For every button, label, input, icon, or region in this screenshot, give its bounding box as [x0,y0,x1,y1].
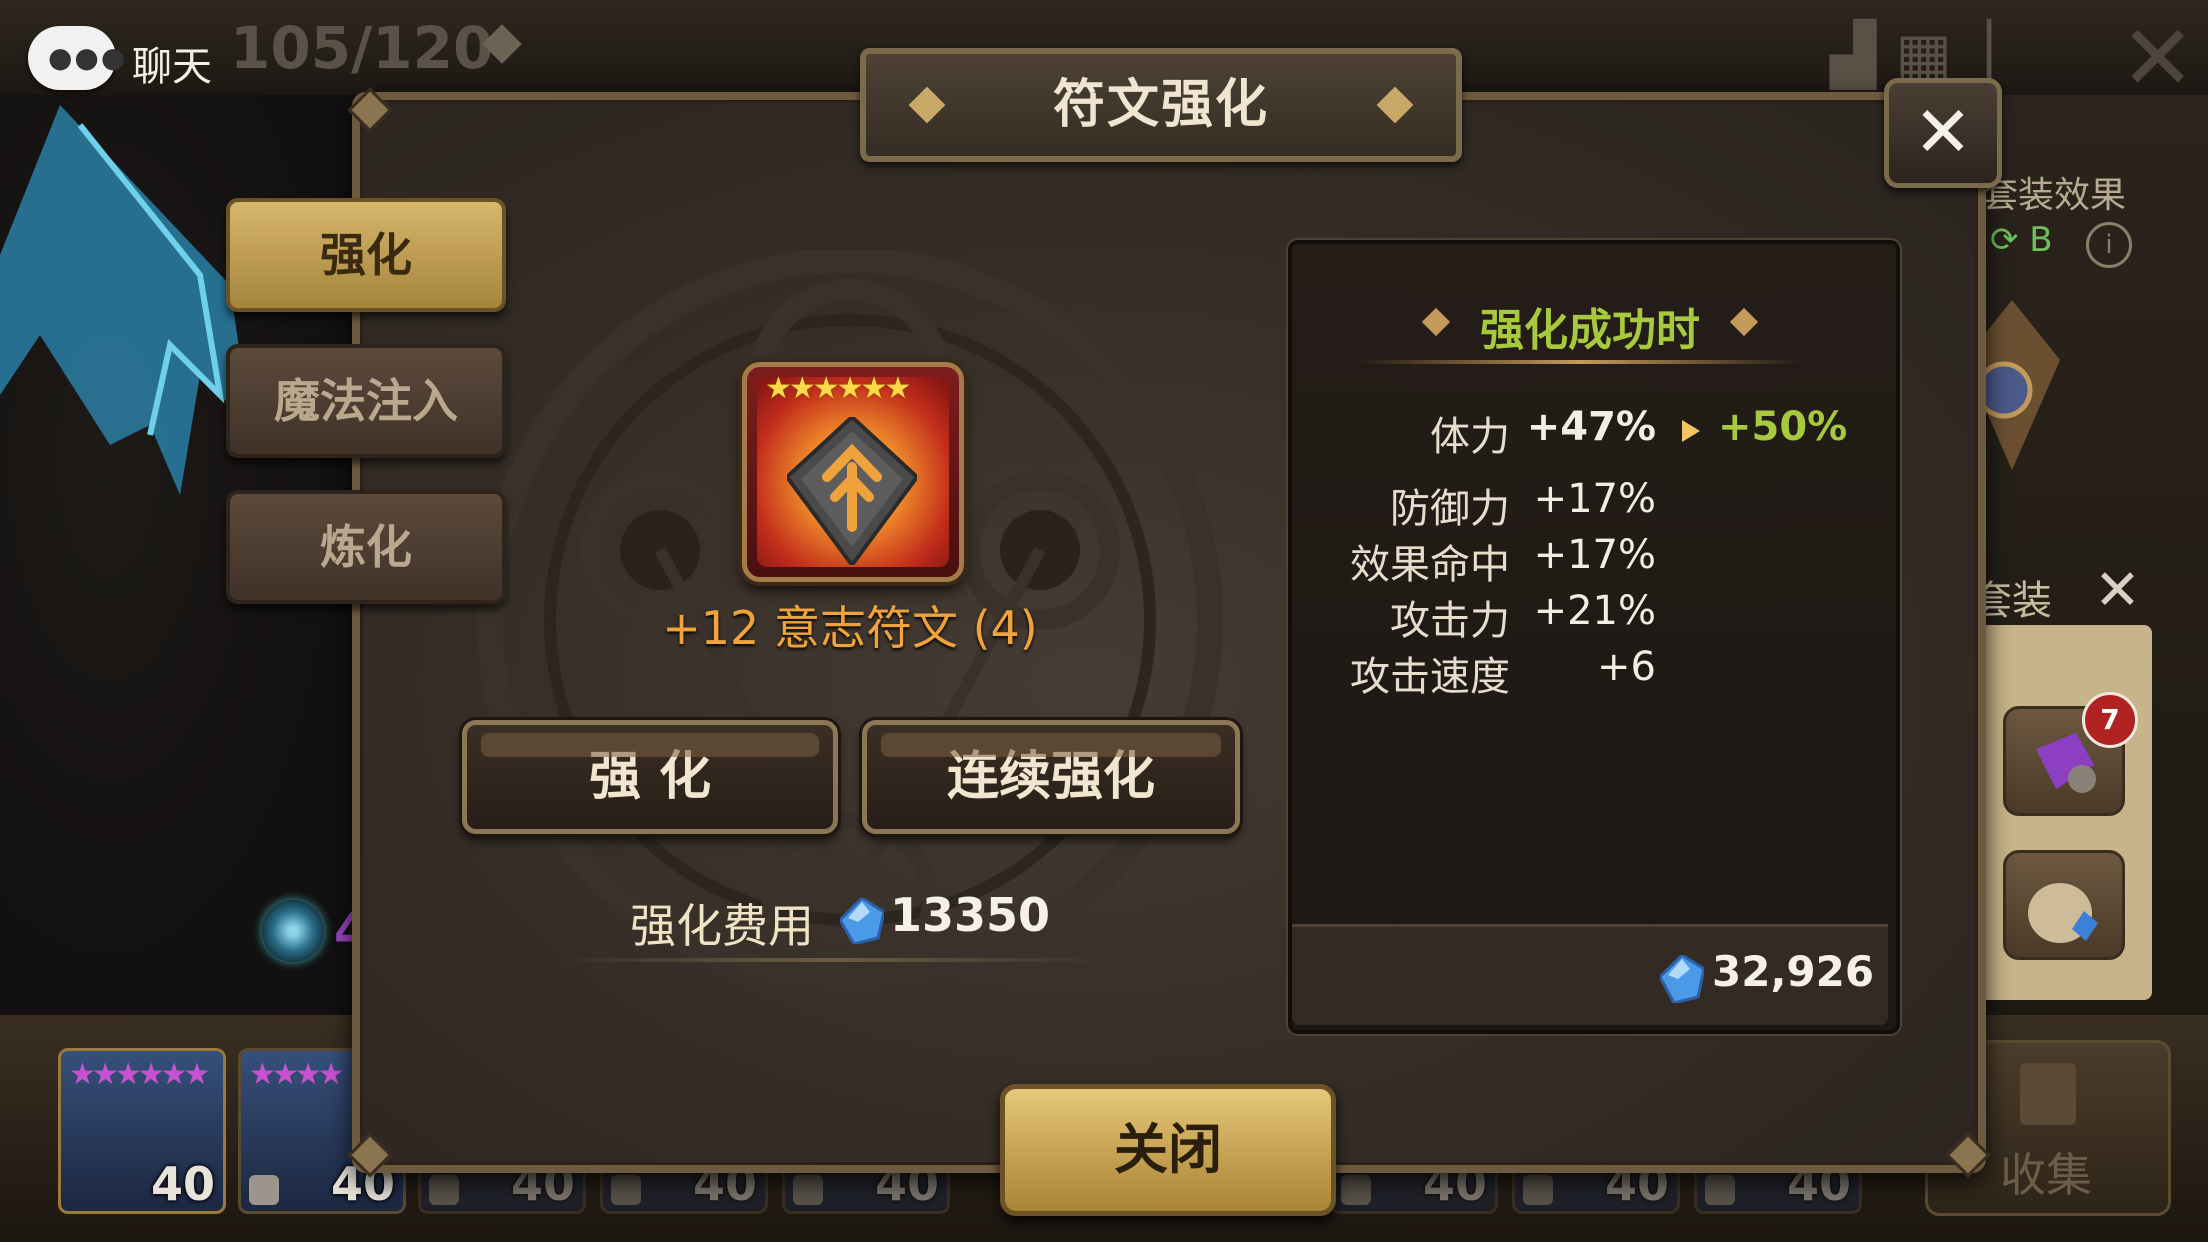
hero-level: 40 [150,1157,215,1211]
spiral-icon [262,900,324,962]
money-bag-icon [2028,883,2098,943]
star-icons: ★★★★★★ [69,1057,210,1092]
main-stat-value: +47% [1526,404,1656,450]
lock-icon [249,1175,279,1205]
cost-value: 13350 [890,888,1051,942]
crystal-balance: 32,926 [1292,924,1888,1025]
cost-label: 强化费用 [630,899,814,953]
diamond-icon [1376,86,1414,124]
sub-stat-label: 效果命中 [1350,542,1510,588]
tab-upgrade[interactable]: 强化 [226,198,506,312]
star-icons: ★★★★ [249,1057,345,1092]
tab-enchant[interactable]: 魔法注入 [226,344,506,458]
lock-icon [429,1175,459,1205]
rune-icon[interactable]: ★★★★★★ [742,362,964,582]
rune-name: +12 意志符文 (4) [662,601,1038,655]
lock-icon [611,1175,641,1205]
modal-title: 符文强化 [1052,75,1269,135]
lock-icon [793,1175,823,1205]
collection-icon [2020,1063,2076,1125]
collect-label: 收集 [2000,1148,2092,1202]
continuous-upgrade-button[interactable]: 连续强化 [862,720,1240,834]
lock-icon [1523,1175,1553,1205]
main-stat-label: 体力 [1430,414,1510,460]
divider [560,958,1100,962]
mana-crystal-icon [840,898,884,944]
arrow-right-icon [1682,420,1700,442]
sub-stat-value: +17% [1533,476,1656,522]
close-icon[interactable]: ✕ [1884,78,2002,188]
sub-stat-label: 攻击力 [1390,598,1510,644]
close-button[interactable]: 关闭 [1000,1084,1336,1216]
sell-bag-button[interactable] [2003,850,2125,960]
chat-label[interactable]: 聊天 [132,34,212,92]
sub-stat-value: +17% [1533,532,1656,578]
rune-stars: ★★★★★★ [765,371,911,406]
sub-stat-label: 防御力 [1390,486,1510,532]
diamond-icon [908,86,946,124]
mana-crystal-icon [1660,955,1704,1003]
refresh-icon[interactable]: ⟳ B [1990,220,2053,260]
info-icon[interactable]: i [2086,222,2132,268]
set-effect-title: 套装效果 [1982,175,2127,216]
divider [1360,360,1800,364]
modal-title-bar: 符文强化 [860,48,1462,162]
monster-count: 105/120 [230,14,494,82]
chat-icon[interactable]: ●●● [28,26,125,90]
sub-stat-value: +6 [1597,644,1656,690]
notification-badge: 7 [2082,692,2138,748]
upgrade-cost: 强化费用 13350 [540,880,1120,960]
lock-icon [1705,1175,1735,1205]
upgrade-button[interactable]: 强 化 [462,720,838,834]
sub-stat-value: +21% [1533,588,1656,634]
will-rune-icon [787,417,917,565]
set-close-icon[interactable]: ✕ [2094,558,2141,623]
lock-icon [1341,1175,1371,1205]
crystal-balance-value: 32,926 [1712,947,1875,996]
background-close-icon[interactable]: ✕ [2120,6,2195,111]
main-stat-next-value: +50% [1718,404,1848,450]
sub-stat-label: 攻击速度 [1350,654,1510,700]
hero-slot[interactable]: ★★★★★★ 40 [58,1048,226,1214]
tab-grind[interactable]: 炼化 [226,490,506,604]
